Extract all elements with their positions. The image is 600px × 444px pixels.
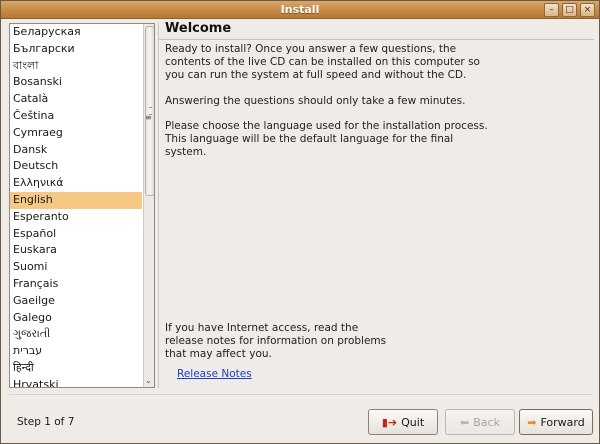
minimize-button[interactable]: – (544, 3, 559, 17)
back-label: Back (473, 415, 500, 429)
language-item[interactable]: हिन्दी (10, 360, 142, 377)
language-item[interactable]: Suomi (10, 259, 142, 276)
install-window: Install – □ × Беларуская Български বাংলা Bo… (0, 0, 600, 444)
language-item[interactable]: עברית (10, 343, 142, 360)
language-item[interactable]: English (10, 191, 142, 209)
quit-label: Quit (401, 415, 425, 429)
language-item[interactable]: Français (10, 276, 142, 293)
language-item[interactable]: Dansk (10, 142, 142, 159)
title-divider (159, 39, 594, 40)
language-item[interactable]: Català (10, 91, 142, 108)
language-item[interactable]: ગુજરાતી (10, 326, 142, 343)
page-title: Welcome (165, 21, 232, 36)
release-notes-link[interactable]: Release Notes (177, 368, 252, 380)
maximize-button[interactable]: □ (562, 3, 577, 17)
language-item[interactable]: Euskara (10, 242, 142, 259)
language-item[interactable]: Čeština (10, 108, 142, 125)
scrollbar-thumb[interactable] (145, 26, 154, 196)
window-title: Install (280, 3, 320, 16)
language-items: Беларуская Български বাংলা Bosanski Català Če… (10, 24, 142, 387)
language-list[interactable]: Беларуская Български বাংলা Bosanski Català Če… (9, 23, 155, 388)
arrow-right-icon: ➡ (527, 415, 537, 429)
duration-text: Answering the questions should only take… (165, 95, 466, 107)
language-item[interactable]: Galego (10, 310, 142, 327)
welcome-pane: Welcome Ready to install? Once you answe… (145, 21, 594, 388)
footer-divider (9, 394, 593, 395)
close-button[interactable]: × (580, 3, 595, 17)
scroll-up-icon[interactable]: ≡ (145, 113, 152, 122)
language-item[interactable]: Български (10, 41, 142, 58)
language-item[interactable]: Hrvatski (10, 377, 142, 387)
language-item[interactable]: Español (10, 226, 142, 243)
release-notes-text: If you have Internet access, read the re… (165, 322, 387, 360)
chevron-down-icon[interactable]: ⌄ (145, 376, 152, 385)
arrow-left-icon: ⬅ (460, 415, 470, 429)
language-choice-text: Please choose the language used for the … (165, 120, 488, 158)
forward-button[interactable]: ➡ Forward (519, 409, 593, 435)
language-item[interactable]: Ελληνικά (10, 175, 142, 192)
quit-button[interactable]: ▮➔ Quit (368, 409, 438, 435)
forward-label: Forward (540, 415, 585, 429)
window-controls: – □ × (544, 3, 595, 17)
title-bar[interactable]: Install – □ × (1, 1, 599, 19)
quit-door-icon: ▮➔ (381, 415, 398, 429)
language-item[interactable]: Cymraeg (10, 125, 142, 142)
language-item[interactable]: Bosanski (10, 74, 142, 91)
language-item[interactable]: Deutsch (10, 158, 142, 175)
back-button[interactable]: ⬅ Back (445, 409, 515, 435)
language-list-scrollbar[interactable] (143, 24, 154, 387)
intro-text: Ready to install? Once you answer a few … (165, 43, 480, 81)
language-item[interactable]: Беларуская (10, 24, 142, 41)
language-item[interactable]: বাংলা (10, 58, 142, 75)
language-item[interactable]: Gaeilge (10, 293, 142, 310)
step-indicator: Step 1 of 7 (17, 416, 75, 428)
language-item[interactable]: Esperanto (10, 209, 142, 226)
